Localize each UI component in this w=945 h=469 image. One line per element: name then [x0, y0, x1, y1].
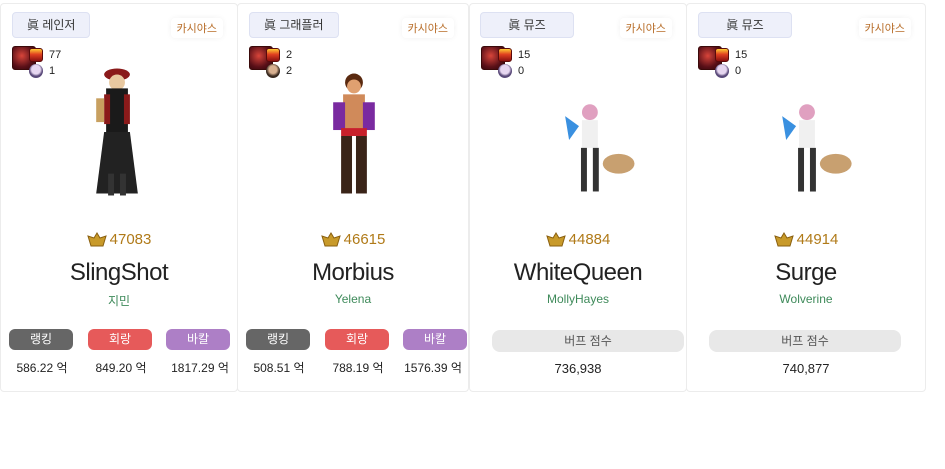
character-card[interactable]: 眞 뮤즈 카시야스 15 0 44914 Surge Wolverine 버프 …	[686, 3, 926, 392]
rank-tab[interactable]: 랭킹	[9, 329, 73, 350]
fame-value: 46615	[343, 231, 386, 248]
buff-score-value: 740,877	[782, 361, 830, 376]
character-sprite	[782, 104, 852, 192]
corridor-value: 788.19 억	[332, 361, 384, 375]
bakal-value: 1817.29 억	[171, 361, 229, 375]
adventure-name: 지민	[107, 294, 131, 308]
fame-trophy-icon	[320, 231, 341, 246]
fame-score: 44884	[470, 231, 686, 248]
adventure-name: Yelena	[334, 292, 372, 306]
character-card[interactable]: 眞 레인저 카시야스 77 1 47083 SlingShot 지민 랭킹 회랑…	[0, 3, 238, 392]
character-sprite	[565, 104, 635, 192]
job-badge: 眞 뮤즈	[480, 12, 574, 38]
fame-value: 47083	[109, 231, 152, 248]
corridor-value: 849.20 억	[95, 361, 147, 375]
score-tabs: 랭킹 회랑 바칼	[9, 329, 237, 350]
character-name[interactable]: Morbius	[238, 259, 468, 287]
server-label: 카시야스	[858, 18, 911, 38]
server-label: 카시야스	[401, 18, 454, 38]
buff-score-tab[interactable]: 버프 점수	[709, 330, 901, 352]
character-name[interactable]: Surge	[687, 259, 925, 287]
bakal-value: 1576.39 억	[404, 361, 462, 375]
fame-trophy-icon	[773, 231, 794, 246]
buff-score-value: 736,938	[554, 361, 602, 376]
fame-value: 44914	[796, 231, 839, 248]
rank-tab[interactable]: 랭킹	[246, 329, 310, 350]
corridor-tab[interactable]: 회랑	[88, 329, 152, 350]
buff-score-tab[interactable]: 버프 점수	[492, 330, 684, 352]
adventure-name: MollyHayes	[546, 292, 609, 306]
fame-value: 44884	[568, 231, 611, 248]
job-badge: 眞 레인저	[12, 12, 91, 38]
bakal-tab[interactable]: 바칼	[403, 329, 467, 350]
character-name[interactable]: WhiteQueen	[470, 259, 686, 287]
job-badge: 眞 뮤즈	[698, 12, 792, 38]
character-name[interactable]: SlingShot	[1, 259, 237, 287]
server-label: 카시야스	[170, 18, 223, 38]
score-tabs: 랭킹 회랑 바칼	[246, 329, 468, 350]
adventure-name: Wolverine	[779, 292, 833, 306]
bakal-tab[interactable]: 바칼	[166, 329, 230, 350]
rank-value: 586.22 억	[16, 361, 68, 375]
rank-value: 508.51 억	[253, 361, 305, 375]
character-card[interactable]: 眞 그래플러 카시야스 2 2 46615 Morbius Yelena 랭킹 …	[237, 3, 469, 392]
job-badge: 眞 그래플러	[249, 12, 339, 38]
character-card[interactable]: 眞 뮤즈 카시야스 15 0 44884 WhiteQueen MollyHay…	[469, 3, 687, 392]
character-sprite	[333, 73, 375, 194]
corridor-tab[interactable]: 회랑	[325, 329, 389, 350]
fame-score: 47083	[1, 231, 237, 248]
fame-trophy-icon	[545, 231, 566, 246]
server-label: 카시야스	[619, 18, 672, 38]
fame-score: 44914	[687, 231, 925, 248]
character-sprite	[96, 68, 138, 196]
fame-trophy-icon	[86, 231, 107, 246]
fame-score: 46615	[238, 231, 468, 248]
